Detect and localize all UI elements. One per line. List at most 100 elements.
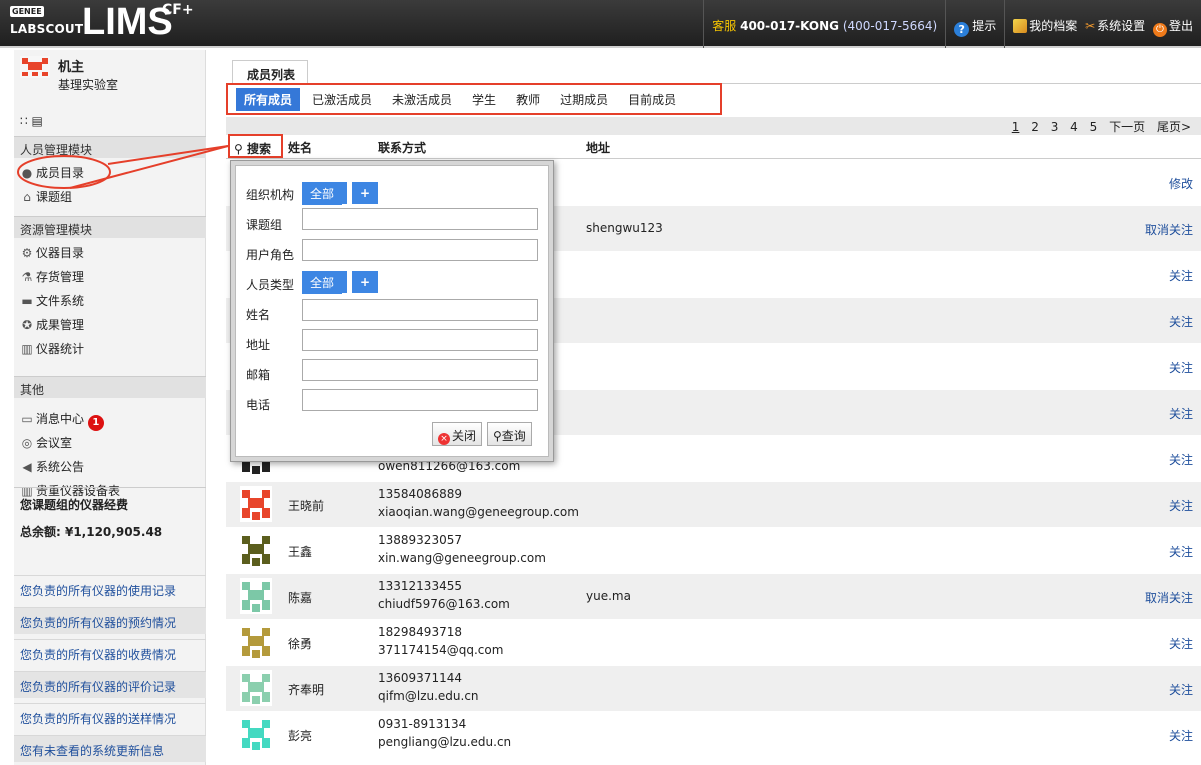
page-2[interactable]: 2 (1031, 120, 1039, 134)
member-phone: 0931-8913134 (378, 717, 467, 731)
member-name[interactable]: 彭亮 (288, 727, 312, 744)
sidebar-item-achievements[interactable]: ✪ 成果管理 (20, 312, 84, 334)
member-name[interactable]: 王晓前 (288, 497, 324, 514)
table-row[interactable]: 王鑫 13889323057 xin.wang@geneegroup.com 关注 (226, 528, 1201, 573)
member-avatar[interactable] (240, 578, 272, 614)
member-name[interactable]: 徐勇 (288, 635, 312, 652)
logo[interactable]: GENEE LABSCOUT LIMS CF+ (8, 2, 208, 44)
view-toggle-icons[interactable]: ∷ ▤ (20, 114, 43, 128)
row-action-link[interactable]: 关注 (1169, 313, 1193, 330)
funds-title: 您课题组的仪器经费 (20, 498, 129, 512)
member-phone: 13312133455 (378, 579, 462, 593)
sidebar-item-instruments[interactable]: ⚙ 仪器目录 (20, 240, 84, 262)
sidebar-item-files[interactable]: ▬ 文件系统 (20, 288, 84, 310)
logo-genee: GENEE (10, 6, 44, 17)
top-actions: 客服 400-017-KONG (400-017-5664) ? 提示 我的档案 … (703, 0, 1201, 48)
hint-link[interactable]: ? 提示 (945, 0, 1004, 48)
org-label: 组织机构 (246, 188, 295, 202)
tab-member-list[interactable]: 成员列表 (232, 60, 308, 84)
row-action-link[interactable]: 关注 (1169, 451, 1193, 468)
role-input[interactable] (302, 239, 538, 261)
next-page-link[interactable]: 下一页 (1109, 120, 1145, 134)
last-page-link[interactable]: 尾页> (1157, 120, 1191, 134)
gear-icon: ⚙ (21, 246, 33, 260)
sidebar-item-instrument-stats[interactable]: ▥ 仪器统计 (20, 336, 84, 358)
row-action-link[interactable]: 关注 (1169, 635, 1193, 652)
pager-bar: 1 2 3 4 5 下一页 尾页> (226, 117, 1201, 135)
sidebar-item-groups[interactable]: ⌂ 课题组 (20, 184, 72, 206)
role-label: 用户角色 (246, 248, 295, 262)
add-org-icon[interactable]: + (352, 182, 379, 204)
table-row[interactable]: 王晓前 13584086889 xiaoqian.wang@geneegroup.c… (226, 482, 1201, 527)
filter-inactive[interactable]: 未激活成员 (384, 88, 460, 111)
megaphone-icon: ◀ (22, 460, 32, 474)
org-selector[interactable]: 全部 + (302, 181, 379, 205)
settings-link[interactable]: ✂ 系统设置 (1085, 19, 1145, 33)
sidebar-item-meeting[interactable]: ◎ 会议室 (20, 430, 72, 452)
row-action-link[interactable]: 关注 (1169, 681, 1193, 698)
member-name[interactable]: 齐奉明 (288, 681, 324, 698)
link-usage-records[interactable]: 您负责的所有仪器的使用记录 (14, 575, 206, 602)
row-action-link[interactable]: 修改 (1169, 175, 1193, 192)
avatar (20, 56, 50, 78)
user-card[interactable]: 机主 基理实验室 (14, 50, 206, 104)
close-button[interactable]: × 关闭 (432, 422, 483, 446)
profile-link[interactable]: 我的档案 (1013, 19, 1077, 33)
member-avatar[interactable] (240, 670, 272, 706)
filter-current[interactable]: 目前成员 (620, 88, 684, 111)
name-label: 姓名 (246, 308, 271, 322)
row-action-link[interactable]: 关注 (1169, 267, 1193, 284)
group-input[interactable] (302, 208, 538, 230)
link-system-updates[interactable]: 您有未查看的系统更新信息 (14, 735, 206, 762)
search-button[interactable]: ⚲ 搜索 (228, 134, 283, 158)
row-action-link[interactable]: 取消关注 (1145, 589, 1193, 606)
filter-expired[interactable]: 过期成员 (552, 88, 616, 111)
table-row[interactable]: 陈嘉 13312133455 chiudf5976@163.com yue.ma 取消关… (226, 574, 1201, 619)
page-3[interactable]: 3 (1051, 120, 1059, 134)
page-4[interactable]: 4 (1070, 120, 1078, 134)
sidebar-item-messages[interactable]: ▭ 消息中心 1 (20, 406, 104, 431)
link-samples[interactable]: 您负责的所有仪器的送样情况 (14, 703, 206, 730)
table-row[interactable]: 徐勇 18298493718 371174154@qq.com 关注 (226, 620, 1201, 665)
member-avatar[interactable] (240, 532, 272, 568)
link-reservations[interactable]: 您负责的所有仪器的预约情况 (14, 607, 206, 634)
phone-input[interactable] (302, 389, 538, 411)
row-action-link[interactable]: 关注 (1169, 727, 1193, 744)
row-action-link[interactable]: 关注 (1169, 497, 1193, 514)
member-avatar[interactable] (240, 624, 272, 660)
filter-activated[interactable]: 已激活成员 (304, 88, 380, 111)
edit-icon (1013, 19, 1028, 33)
table-row[interactable]: 齐奉明 13609371144 qifm@lzu.edu.cn 关注 (226, 666, 1201, 711)
member-email: qifm@lzu.edu.cn (378, 689, 479, 703)
member-avatar[interactable] (240, 486, 272, 522)
add-type-icon[interactable]: + (352, 271, 379, 293)
message-icon: ▭ (21, 412, 33, 426)
table-row[interactable]: 彭亮 0931-8913134 pengliang@lzu.edu.cn 关注 (226, 712, 1201, 757)
email-input[interactable] (302, 359, 538, 381)
logout-link[interactable]: ⏻ 登出 (1152, 19, 1193, 37)
member-email: xin.wang@geneegroup.com (378, 551, 546, 565)
sidebar-item-inventory[interactable]: ⚗ 存货管理 (20, 264, 84, 286)
page-5[interactable]: 5 (1090, 120, 1098, 134)
sidebar-item-members[interactable]: ● 成员目录 (20, 160, 84, 182)
column-contact: 联系方式 (378, 141, 427, 155)
address-input[interactable] (302, 329, 538, 351)
link-charges[interactable]: 您负责的所有仪器的收费情况 (14, 639, 206, 666)
type-selector[interactable]: 全部 + (302, 270, 379, 294)
member-name[interactable]: 陈嘉 (288, 589, 312, 606)
row-action-link[interactable]: 取消关注 (1145, 221, 1193, 238)
filter-students[interactable]: 学生 (464, 88, 504, 111)
row-action-link[interactable]: 关注 (1169, 543, 1193, 560)
filter-all[interactable]: 所有成员 (236, 87, 301, 111)
name-input[interactable] (302, 299, 538, 321)
row-action-link[interactable]: 关注 (1169, 405, 1193, 422)
query-button[interactable]: ⚲查询 (487, 422, 532, 446)
filter-teachers[interactable]: 教师 (508, 88, 548, 111)
page-1[interactable]: 1 (1012, 120, 1020, 134)
member-name[interactable]: 王鑫 (288, 543, 312, 560)
bar-chart-icon: ▥ (21, 342, 33, 356)
row-action-link[interactable]: 关注 (1169, 359, 1193, 376)
link-reviews[interactable]: 您负责的所有仪器的评价记录 (14, 671, 206, 698)
member-avatar[interactable] (240, 716, 272, 752)
sidebar-item-announcements[interactable]: ◀ 系统公告 (20, 454, 84, 476)
